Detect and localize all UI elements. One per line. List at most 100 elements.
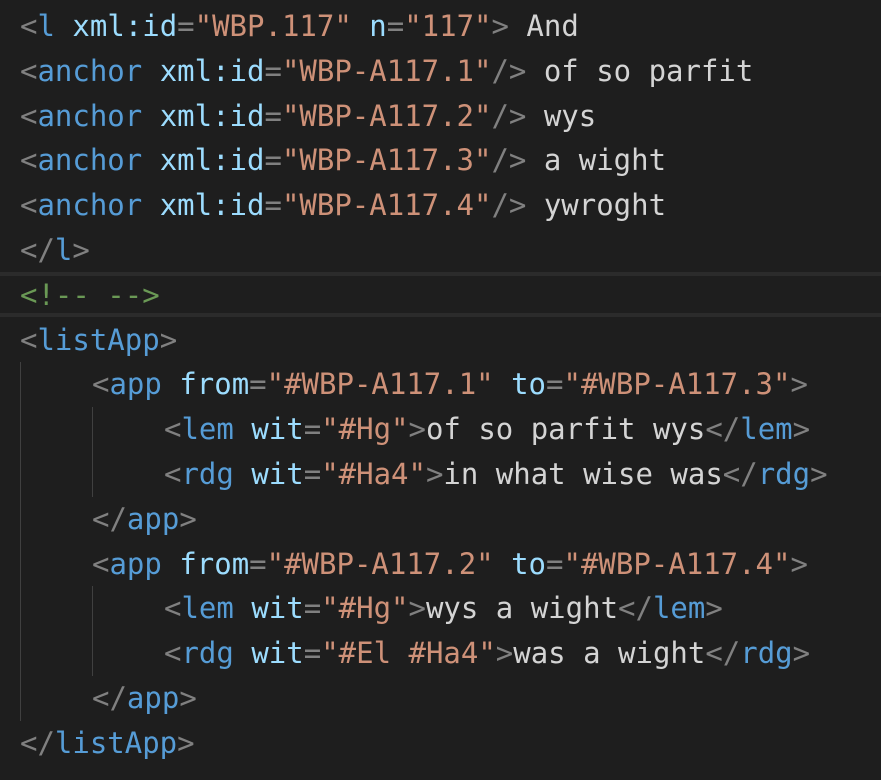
token-punc: > bbox=[790, 546, 808, 581]
token-str: "WBP-A117.4" bbox=[281, 188, 492, 223]
code-line[interactable]: <l xml:id="WBP.117" n="117"> And bbox=[0, 4, 881, 49]
token-str: "#Ha4" bbox=[321, 457, 426, 491]
token-str: "117" bbox=[404, 9, 492, 43]
token-tag: anchor bbox=[37, 143, 143, 178]
token-text: was a wight bbox=[513, 636, 706, 671]
code-line-content: <rdg wit="#Ha4">in what wise was</rdg> bbox=[164, 452, 828, 497]
code-editor[interactable]: <l xml:id="WBP.117" n="117"> And <anchor … bbox=[0, 0, 881, 780]
token-attr: xml:id bbox=[159, 143, 265, 178]
token-punc: </ bbox=[618, 591, 653, 626]
code-line[interactable]: <anchor xml:id="WBP-A117.2"/> wys bbox=[0, 94, 881, 139]
token-tag: app bbox=[109, 367, 162, 402]
token-punc: = bbox=[264, 98, 282, 133]
token-punc: </ bbox=[722, 457, 758, 491]
code-line[interactable]: </l> bbox=[0, 228, 881, 273]
code-line-content: <!-- --> bbox=[20, 273, 160, 318]
token-punc: > bbox=[705, 591, 723, 626]
indent-guide bbox=[92, 407, 93, 497]
token-punc: < bbox=[164, 457, 182, 491]
code-line[interactable]: <lem wit="#Hg">wys a wight</lem> bbox=[0, 586, 881, 631]
token-attr: from bbox=[179, 367, 250, 402]
token-punc: > bbox=[792, 636, 811, 671]
code-line[interactable]: <anchor xml:id="WBP-A117.4"/> ywroght bbox=[0, 183, 881, 228]
token-punc: > bbox=[792, 412, 811, 447]
token-str: "#WBP-A117.2" bbox=[266, 546, 494, 581]
code-line[interactable]: <anchor xml:id="WBP-A117.1"/> of so parf… bbox=[0, 49, 881, 94]
code-line[interactable]: <rdg wit="#Ha4">in what wise was</rdg> bbox=[0, 452, 881, 497]
token-text: And bbox=[508, 9, 579, 43]
token-punc: = bbox=[249, 367, 267, 402]
token-tag: lem bbox=[740, 412, 793, 447]
token-attr: wit bbox=[251, 591, 304, 626]
code-line-content: <l xml:id="WBP.117" n="117"> And bbox=[20, 4, 579, 49]
code-line[interactable]: </app> bbox=[0, 497, 881, 542]
code-line-content: <lem wit="#Hg">of so parfit wys</lem> bbox=[164, 407, 810, 452]
block-separator bbox=[0, 272, 881, 276]
token-text: of so parfit wys bbox=[425, 412, 706, 447]
token-tag: rdg bbox=[740, 636, 793, 671]
token-punc: = bbox=[303, 636, 322, 671]
token-punc: </ bbox=[705, 412, 741, 447]
token-str: "#WBP-A117.3" bbox=[563, 367, 791, 402]
token-punc: /> bbox=[491, 53, 527, 88]
token-tag: rdg bbox=[181, 457, 234, 491]
token-punc: > bbox=[179, 681, 197, 715]
token-punc: /> bbox=[491, 98, 527, 133]
token-punc: > bbox=[159, 322, 178, 357]
token-attr: from bbox=[179, 546, 250, 581]
token-tag: rdg bbox=[181, 636, 234, 671]
token-str: "WBP.117" bbox=[194, 9, 352, 43]
token-attr: xml:id bbox=[159, 98, 265, 133]
token-punc: < bbox=[92, 367, 110, 402]
code-line-content: <anchor xml:id="WBP-A117.4"/> ywroght bbox=[20, 183, 666, 228]
indent-guide bbox=[20, 362, 21, 721]
code-line[interactable]: <listApp> bbox=[0, 318, 881, 363]
token-str: "WBP-A117.1" bbox=[281, 53, 492, 88]
token-tag: lem bbox=[181, 412, 234, 447]
token-punc: = bbox=[546, 546, 564, 581]
code-line[interactable]: <app from="#WBP-A117.1" to="#WBP-A117.3"… bbox=[0, 362, 881, 407]
token-text: wys a wight bbox=[425, 591, 619, 626]
token-tag: app bbox=[126, 501, 180, 536]
code-line[interactable]: <app from="#WBP-A117.2" to="#WBP-A117.4"… bbox=[0, 542, 881, 587]
token-punc: < bbox=[20, 98, 38, 133]
code-line[interactable]: </app> bbox=[0, 676, 881, 721]
token-punc: = bbox=[386, 9, 405, 43]
token-attr: xml:id bbox=[159, 188, 265, 223]
token-tag: lem bbox=[652, 591, 706, 626]
code-line-content: <anchor xml:id="WBP-A117.2"/> wys bbox=[20, 94, 596, 139]
code-line[interactable]: </listApp> bbox=[0, 721, 881, 766]
code-line[interactable]: <rdg wit="#El #Ha4">was a wight</rdg> bbox=[0, 631, 881, 676]
token-punc: </ bbox=[92, 501, 127, 536]
code-line-content: </listApp> bbox=[20, 721, 195, 766]
token-punc: > bbox=[179, 501, 197, 536]
token-tag: anchor bbox=[37, 53, 143, 88]
token-text: in what wise was bbox=[443, 457, 723, 491]
token-attr: n bbox=[369, 9, 387, 43]
token-punc: > bbox=[790, 367, 808, 402]
token-punc: > bbox=[72, 233, 90, 267]
code-line[interactable]: <!-- --> bbox=[0, 273, 881, 318]
code-line-content: <rdg wit="#El #Ha4">was a wight</rdg> bbox=[164, 631, 810, 676]
token-tag: l bbox=[54, 233, 73, 267]
token-comment: <!-- --> bbox=[20, 277, 160, 312]
code-line[interactable]: <lem wit="#Hg">of so parfit wys</lem> bbox=[0, 407, 881, 452]
code-line[interactable]: <anchor xml:id="WBP-A117.3"/> a wight bbox=[0, 138, 881, 183]
block-separator bbox=[0, 313, 881, 317]
token-str: "#WBP-A117.1" bbox=[266, 367, 494, 402]
token-tag: anchor bbox=[37, 98, 143, 133]
code-line-content: <app from="#WBP-A117.1" to="#WBP-A117.3"… bbox=[92, 362, 808, 407]
token-attr: xml:id bbox=[159, 53, 265, 88]
token-str: "WBP-A117.2" bbox=[281, 98, 492, 133]
token-attr: wit bbox=[251, 636, 304, 671]
token-attr: wit bbox=[251, 457, 304, 491]
